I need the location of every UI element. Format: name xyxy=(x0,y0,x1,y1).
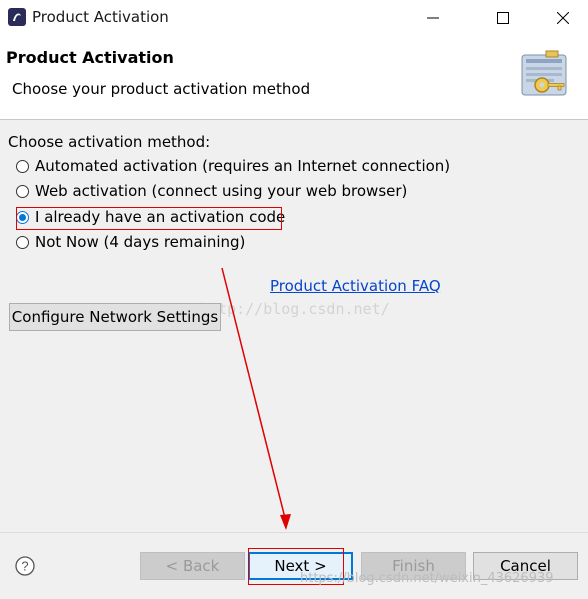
minimize-icon xyxy=(427,17,439,18)
maximize-button[interactable] xyxy=(480,0,526,35)
radio-not-now[interactable]: Not Now (4 days remaining) xyxy=(16,231,245,253)
title-bar: Product Activation xyxy=(0,0,588,35)
wizard-header: Product Activation Choose your product a… xyxy=(0,35,588,120)
radio-label: Not Now (4 days remaining) xyxy=(35,233,246,251)
back-button[interactable]: < Back xyxy=(140,552,245,580)
radio-label: Automated activation (requires an Intern… xyxy=(35,157,451,175)
wizard-footer: ? < Back Next > Finish Cancel https://bl… xyxy=(0,532,588,599)
activation-method-label: Choose activation method: xyxy=(8,133,211,151)
radio-button[interactable] xyxy=(16,159,29,173)
radio-button[interactable] xyxy=(16,184,29,198)
radio-button[interactable] xyxy=(16,235,29,249)
minimize-button[interactable] xyxy=(410,0,456,35)
content-area: Choose activation method: Automated acti… xyxy=(0,120,588,532)
license-key-icon xyxy=(521,50,567,96)
close-icon xyxy=(557,11,569,24)
radio-label: Web activation (connect using your web b… xyxy=(35,182,408,200)
page-subtitle: Choose your product activation method xyxy=(12,80,311,98)
watermark-text: http://blog.csdn.net/ xyxy=(200,300,390,318)
annotation-highlight-box xyxy=(16,207,282,230)
close-button[interactable] xyxy=(540,0,586,35)
radio-automated-activation[interactable]: Automated activation (requires an Intern… xyxy=(16,155,450,177)
radio-web-activation[interactable]: Web activation (connect using your web b… xyxy=(16,180,407,202)
app-logo-icon xyxy=(8,8,26,26)
configure-network-settings-button[interactable]: Configure Network Settings xyxy=(9,303,221,331)
page-title: Product Activation xyxy=(6,48,174,67)
help-icon[interactable]: ? xyxy=(15,556,35,576)
svg-text:?: ? xyxy=(21,559,28,574)
footer-watermark-text: https://blog.csdn.net/weixin_43626939 xyxy=(300,571,554,586)
window-title: Product Activation xyxy=(32,8,169,26)
maximize-icon xyxy=(497,11,509,24)
product-activation-faq-link[interactable]: Product Activation FAQ xyxy=(270,277,441,295)
